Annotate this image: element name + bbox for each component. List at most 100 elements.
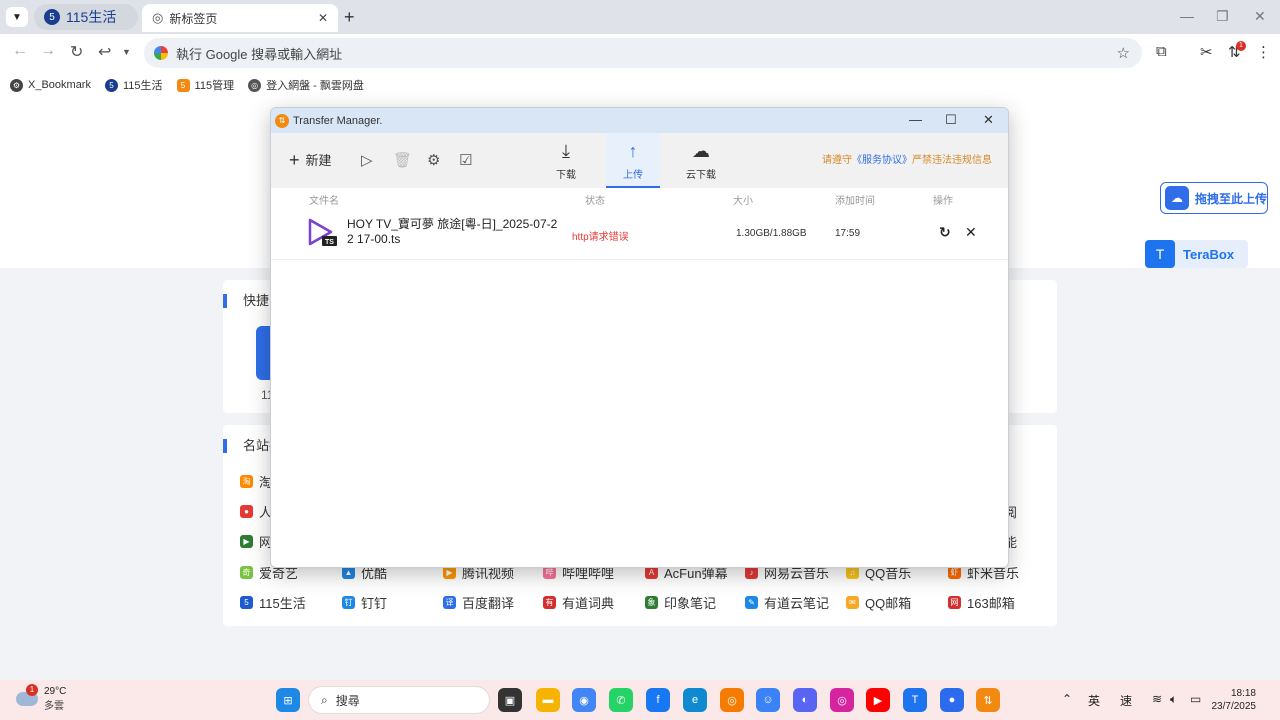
clock-time: 18:18 — [1230, 688, 1256, 699]
chevron-down-icon[interactable]: ▼ — [122, 47, 131, 57]
chevron-up-icon[interactable]: ⌃ — [1062, 692, 1072, 706]
cancel-icon[interactable]: ✕ — [965, 224, 977, 241]
close-window-icon[interactable]: ✕ — [1254, 8, 1266, 25]
site-link[interactable]: 淘淘 — [240, 472, 272, 491]
delete-icon[interactable]: 🗑 — [393, 151, 412, 169]
quick-link-tile[interactable] — [256, 326, 270, 380]
site-link[interactable]: 象印象笔记 — [645, 593, 716, 612]
whatsapp-icon[interactable]: ✆ — [609, 688, 633, 712]
transfer-manager-titlebar[interactable]: ⇅ Transfer Manager. — ☐ ✕ — [271, 108, 1008, 133]
menu-icon[interactable]: ⋮ — [1256, 43, 1271, 61]
weather-badge: 1 — [26, 684, 38, 696]
tab-download[interactable]: ⤓ 下载 — [539, 133, 593, 188]
scissors-icon[interactable]: ✂ — [1200, 43, 1213, 61]
system-clock[interactable]: 18:18 23/7/2025 — [1212, 687, 1257, 713]
back-icon[interactable]: ← — [12, 42, 28, 60]
weather-widget[interactable]: 1 29°C 多雲 — [16, 684, 67, 712]
notice-suffix: 严禁违法违规信息 — [912, 155, 992, 166]
undo-icon[interactable]: ↩ — [98, 42, 111, 62]
115-manage-icon: 5 — [176, 78, 190, 92]
new-task-button[interactable]: + 新建 — [289, 150, 332, 169]
new-tab-button[interactable]: + — [344, 7, 355, 28]
site-link[interactable]: ● 人 — [240, 502, 272, 521]
address-bar[interactable]: 執行 Google 搜尋或輸入網址 ☆ — [144, 38, 1142, 68]
terabox-button[interactable]: T TeraBox — [1145, 240, 1248, 268]
instagram-icon[interactable]: ◎ — [830, 688, 854, 712]
bot-app-icon[interactable]: ☺ — [756, 688, 780, 712]
col-filename: 文件名 — [309, 196, 339, 207]
discord-icon[interactable]: ◐ — [793, 688, 817, 712]
file-explorer-icon[interactable]: ▬ — [536, 688, 560, 712]
extensions-icon[interactable]: ⧉ — [1156, 43, 1167, 60]
chrome-icon[interactable]: ◉ — [572, 688, 596, 712]
site-link[interactable]: 网 163邮箱 — [948, 593, 1015, 612]
minimize-icon[interactable]: — — [1180, 8, 1194, 24]
site-link[interactable]: 有有道词典 — [543, 593, 614, 612]
start-all-icon[interactable]: ▷ — [361, 151, 373, 169]
volume-icon[interactable]: 🔈︎ — [1170, 692, 1177, 707]
tab-new[interactable]: ◎ 新标签页 ✕ — [142, 4, 338, 32]
bookmark-item[interactable]: ◎ 登入網盤 - 飘雲网盘 — [248, 77, 364, 93]
tab-title: 新标签页 — [169, 11, 218, 26]
forward-icon[interactable]: → — [40, 42, 56, 60]
weather-temp: 29°C — [44, 686, 67, 697]
bookmark-item[interactable]: 5 115管理 — [176, 77, 234, 93]
restore-icon[interactable]: ❐ — [1216, 8, 1229, 25]
site-icon: 译 — [443, 596, 456, 609]
cloud-upload-icon: ☁ — [1165, 186, 1189, 210]
bookmark-item[interactable]: ⚙ X_Bookmark — [10, 78, 91, 92]
transfer-manager-window: ⇅ Transfer Manager. — ☐ ✕ + 新建 ▷ 🗑 ⚙ ☑ ⤓… — [270, 107, 1009, 568]
select-all-icon[interactable]: ☑ — [459, 151, 472, 169]
site-link[interactable]: 钉钉钉 — [342, 593, 387, 612]
115-app-icon[interactable]: ⇅ — [976, 688, 1000, 712]
drag-upload-button[interactable]: ☁ 拖拽至此上传 — [1160, 182, 1268, 214]
site-label: 有道云笔记 — [764, 596, 830, 611]
start-button-icon[interactable]: ⊞ — [276, 688, 300, 712]
site-icon: ✎ — [745, 596, 758, 609]
bookmark-label: 115生活 — [122, 80, 163, 92]
col-actions: 操作 — [933, 196, 953, 207]
bookmark-star-icon[interactable]: ☆ — [1117, 44, 1130, 62]
site-link[interactable]: ▶ 网 — [240, 532, 272, 551]
reload-icon[interactable]: ↻ — [70, 42, 83, 62]
extension-badge: 1 — [1236, 41, 1246, 51]
site-label: 百度翻译 — [462, 596, 515, 611]
terms-link[interactable]: 《服务协议》 — [852, 155, 912, 166]
wifi-icon[interactable]: ≋ — [1152, 692, 1162, 706]
task-view-icon[interactable]: ▣ — [498, 688, 522, 712]
search-icon: ⌕ — [321, 692, 328, 707]
115-logo-icon: 5 — [44, 9, 60, 25]
tab-upload[interactable]: ↑ 上传 — [606, 133, 660, 188]
115-app-icon: ⇅ — [275, 113, 289, 128]
ime-mode[interactable]: 速 — [1120, 692, 1132, 709]
maximize-icon[interactable]: ☐ — [945, 112, 957, 128]
cloud-icon: 1 — [16, 684, 38, 706]
file-row[interactable]: TS HOY TV_寶可夢 旅途[粵-日]_2025-07-22 17-00.t… — [271, 206, 1008, 260]
site-link[interactable]: 译百度翻译 — [443, 593, 514, 612]
retry-icon[interactable]: ↻ — [939, 224, 951, 241]
minimize-icon[interactable]: — — [909, 112, 922, 127]
site-icon: 网 — [948, 596, 961, 609]
close-tab-icon[interactable]: ✕ — [318, 11, 328, 25]
signal-icon[interactable]: ● — [940, 688, 964, 712]
address-bar-placeholder: 執行 Google 搜尋或輸入網址 — [176, 46, 343, 62]
edge-icon[interactable]: e — [683, 688, 707, 712]
battery-icon[interactable]: ▭ — [1190, 692, 1201, 706]
settings-icon[interactable]: ⚙ — [427, 151, 440, 169]
youtube-icon[interactable]: ▶ — [866, 688, 890, 712]
bookmark-item[interactable]: 5 115生活 — [104, 77, 163, 93]
site-link[interactable]: ✉ QQ邮箱 — [846, 593, 911, 612]
browser-orange-icon[interactable]: ◎ — [720, 688, 744, 712]
tab-115[interactable]: 5 115生活 — [34, 4, 138, 30]
tab-cloud-download[interactable]: ☁ 云下载 — [674, 133, 728, 188]
close-icon[interactable]: ✕ — [983, 112, 994, 128]
terabox-app-icon[interactable]: T — [903, 688, 927, 712]
taskbar-search[interactable]: ⌕ 搜尋 — [308, 686, 490, 714]
facebook-icon[interactable]: f — [646, 688, 670, 712]
tab-search-button[interactable]: ▼ — [6, 7, 28, 27]
site-link[interactable]: 5 115生活 — [240, 593, 306, 612]
ime-language[interactable]: 英 — [1088, 692, 1100, 709]
site-link[interactable]: ✎ 有道云笔记 — [745, 593, 829, 612]
site-icon: ✉ — [846, 596, 859, 609]
site-label: 有道词典 — [562, 596, 615, 611]
